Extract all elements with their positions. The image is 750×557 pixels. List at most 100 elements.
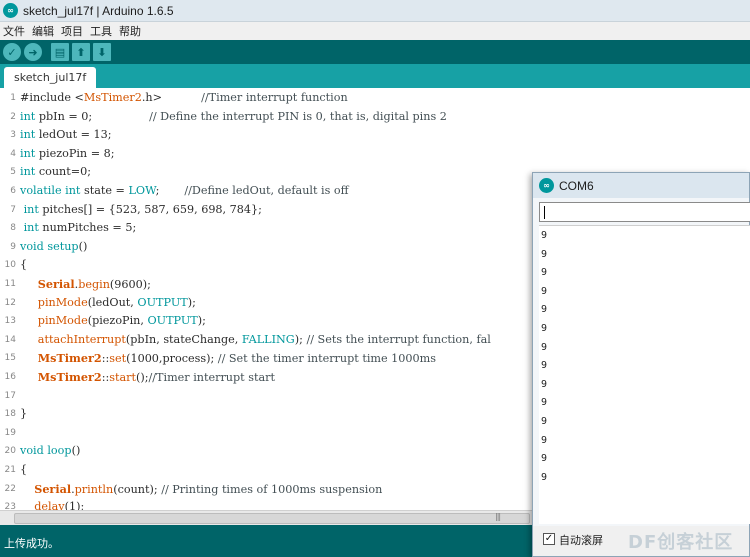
verify-button[interactable]: ✓ — [3, 43, 21, 61]
arrow-right-icon: ➜ — [28, 45, 38, 59]
menu-edit[interactable]: 编辑 — [29, 23, 58, 39]
open-icon: ⬆ — [76, 45, 86, 59]
code-text: #include <MsTimer2.h> //Timer interrupt … — [20, 91, 348, 104]
line-number: 6 — [10, 186, 16, 196]
line-number: 15 — [4, 353, 16, 364]
code-text: { — [20, 463, 28, 476]
upload-button[interactable]: ➜ — [24, 43, 42, 61]
menu-tools[interactable]: 工具 — [87, 23, 116, 39]
serial-output-line: 9 — [541, 285, 548, 297]
serial-output-line: 9 — [541, 453, 548, 465]
autoscroll-checkbox[interactable]: ✓ — [543, 533, 555, 545]
code-text: pinMode(ledOut, OUTPUT); — [37, 295, 196, 309]
horizontal-scrollbar[interactable]: ||| — [0, 510, 535, 525]
serial-bottom-bar: ✓ 自动滚屏 DF创客社区 — [533, 526, 749, 556]
serial-output-line: 9 — [541, 434, 548, 446]
line-number: 5 — [10, 167, 16, 178]
code-text: int ledOut = 13; — [20, 128, 112, 142]
serial-monitor-window: ∞ COM6 9 9 9 9 9 9 9 9 9 9 9 9 9 9 ✓ 自动滚屏 DF创客社区 — [532, 172, 750, 557]
code-text: MsTimer2::set(1000,process); // Set the … — [37, 351, 437, 366]
line-number: 19 — [4, 427, 16, 438]
title-bar: ∞ sketch_jul17f | Arduino 1.6.5 — [0, 0, 750, 22]
serial-output-line: 9 — [541, 378, 548, 390]
line-number: 13 — [4, 316, 16, 327]
serial-output-line: 9 — [541, 397, 548, 409]
line-number: 4 — [10, 148, 16, 159]
code-text: int pbIn = 0; // Define the interrupt PI… — [20, 109, 447, 123]
line-number: 1 — [10, 93, 16, 103]
code-text: { — [20, 258, 28, 272]
menu-sketch[interactable]: 项目 — [58, 23, 87, 39]
open-button[interactable]: ⬆ — [72, 43, 90, 61]
code-text: delay(1); — [34, 500, 85, 510]
menu-bar: 文件 编辑 项目 工具 帮助 — [0, 22, 750, 40]
code-text: } — [20, 407, 28, 421]
serial-output[interactable]: 9 9 9 9 9 9 9 9 9 9 9 9 9 9 — [539, 225, 750, 524]
serial-output-line: 9 — [541, 304, 548, 316]
line-number: 8 — [10, 223, 16, 234]
new-file-icon: ▤ — [54, 45, 66, 59]
line-number: 12 — [4, 297, 16, 308]
line-number: 16 — [4, 372, 16, 382]
toolbar: ✓ ➜ ▤ ⬆ ⬇ — [0, 40, 750, 64]
serial-output-line: 9 — [541, 323, 548, 334]
check-icon: ✓ — [7, 45, 17, 59]
serial-output-line: 9 — [541, 471, 548, 483]
serial-send-input[interactable] — [539, 202, 750, 222]
line-number: 10 — [4, 260, 16, 271]
serial-output-line: 9 — [541, 341, 548, 353]
line-number: 18 — [4, 409, 16, 420]
code-text: pinMode(piezoPin, OUTPUT); — [37, 314, 206, 328]
line-number: 14 — [4, 334, 16, 345]
line-number: 7 — [10, 204, 16, 215]
status-message: 上传成功。 — [4, 537, 59, 550]
code-text: int pitches[] = {523, 587, 659, 698, 784… — [23, 202, 262, 216]
tab-label: sketch_jul17f — [14, 71, 87, 84]
window-title: sketch_jul17f | Arduino 1.6.5 — [23, 3, 174, 18]
code-text: void loop() — [20, 444, 81, 458]
scrollbar-thumb[interactable] — [14, 513, 530, 524]
tab-bar: sketch_jul17f — [0, 64, 750, 88]
code-text: volatile int state = LOW; //Define ledOu… — [20, 184, 349, 197]
line-number: 9 — [10, 241, 16, 252]
line-number: 17 — [4, 390, 16, 401]
serial-output-line: 9 — [541, 230, 548, 241]
arduino-icon: ∞ — [3, 3, 18, 18]
text-caret — [544, 206, 545, 219]
code-line: 1 #include <MsTimer2.h> //Timer interrupt… — [0, 89, 740, 107]
code-text: void setup() — [20, 239, 88, 253]
line-number: 22 — [4, 483, 16, 494]
code-text: Serial.begin(9600); — [37, 277, 151, 291]
serial-monitor-title: COM6 — [559, 178, 594, 193]
code-text: attachInterrupt(pbIn, stateChange, FALLI… — [37, 332, 491, 346]
line-number: 2 — [10, 111, 16, 122]
line-number: 21 — [4, 465, 16, 475]
code-text: MsTimer2::start();//Timer interrupt star… — [37, 370, 275, 384]
code-line: 3 int ledOut = 13; — [0, 126, 740, 144]
serial-output-line: 9 — [541, 416, 548, 427]
new-button[interactable]: ▤ — [51, 43, 69, 61]
serial-output-line: 9 — [541, 360, 548, 372]
line-number: 3 — [10, 130, 16, 141]
serial-output-line: 9 — [541, 267, 548, 279]
save-icon: ⬇ — [97, 45, 107, 59]
tab-sketch[interactable]: sketch_jul17f — [4, 67, 97, 88]
scrollbar-grip-icon: ||| — [495, 512, 501, 521]
menu-file[interactable]: 文件 — [0, 23, 29, 39]
code-line: 4 int piezoPin = 8; — [0, 145, 740, 163]
code-line: 2 int pbIn = 0; // Define the interrupt P… — [0, 108, 740, 126]
code-text: int count=0; — [20, 165, 92, 179]
serial-monitor-title-bar[interactable]: ∞ COM6 — [533, 173, 749, 198]
arduino-icon: ∞ — [539, 178, 554, 193]
save-button[interactable]: ⬇ — [93, 43, 111, 61]
autoscroll-label: 自动滚屏 — [559, 534, 603, 547]
menu-help[interactable]: 帮助 — [116, 23, 145, 39]
code-text: Serial.println(count); // Printing times… — [34, 481, 383, 496]
watermark-logo: DF创客社区 — [628, 532, 734, 553]
line-number: 20 — [4, 446, 16, 457]
line-number: 11 — [4, 279, 16, 289]
code-text: int numPitches = 5; — [23, 221, 137, 235]
code-text: int piezoPin = 8; — [20, 146, 115, 160]
line-number: 23 — [4, 502, 16, 510]
serial-output-line: 9 — [541, 248, 548, 260]
